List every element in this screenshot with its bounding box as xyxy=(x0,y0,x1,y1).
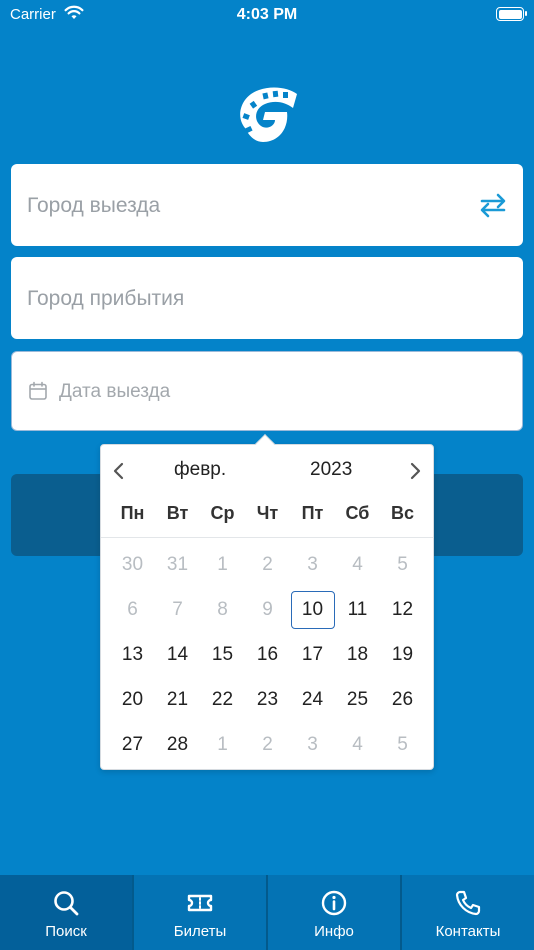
calendar-day[interactable]: 6 xyxy=(110,587,155,632)
calendar-day[interactable]: 3 xyxy=(290,722,335,767)
calendar-day[interactable]: 8 xyxy=(200,587,245,632)
week-row: 20 21 22 23 24 25 26 xyxy=(110,677,425,722)
calendar-day[interactable]: 14 xyxy=(155,632,200,677)
calendar-day[interactable]: 15 xyxy=(200,632,245,677)
battery-icon xyxy=(496,7,527,21)
calendar-day[interactable]: 3 xyxy=(290,542,335,587)
search-icon xyxy=(54,891,79,916)
calendar-icon xyxy=(29,381,47,400)
departure-city-field[interactable]: Город выезда xyxy=(11,164,523,246)
calendar-day[interactable]: 31 xyxy=(155,542,200,587)
arrival-city-placeholder: Город прибытия xyxy=(27,287,185,310)
calendar-day[interactable]: 21 xyxy=(155,677,200,722)
chevron-right-icon[interactable] xyxy=(405,461,425,481)
tab-contacts[interactable]: Контакты xyxy=(400,875,534,950)
week-row: 27 28 1 2 3 4 5 xyxy=(110,722,425,767)
weekday-label: Ср xyxy=(210,503,235,523)
datepicker-year[interactable]: 2023 xyxy=(310,459,352,481)
weekday-label: Сб xyxy=(345,503,370,523)
calendar-day[interactable]: 26 xyxy=(380,677,425,722)
calendar-day[interactable]: 12 xyxy=(380,587,425,632)
ticket-icon xyxy=(187,894,213,912)
calendar-day[interactable]: 17 xyxy=(290,632,335,677)
calendar-day[interactable]: 5 xyxy=(380,542,425,587)
calendar-day[interactable]: 13 xyxy=(110,632,155,677)
tab-tickets[interactable]: Билеты xyxy=(132,875,266,950)
week-row: 13 14 15 16 17 18 19 xyxy=(110,632,425,677)
tab-contacts-label: Контакты xyxy=(435,923,501,940)
calendar-day[interactable]: 20 xyxy=(110,677,155,722)
calendar-day[interactable]: 16 xyxy=(245,632,290,677)
calendar-day[interactable]: 11 xyxy=(335,587,380,632)
arrival-city-field[interactable]: Город прибытия xyxy=(11,257,523,339)
calendar-day[interactable]: 19 xyxy=(380,632,425,677)
status-bar: Carrier 4:03 PM xyxy=(0,0,534,30)
datepicker-month[interactable]: февр. xyxy=(174,459,226,481)
departure-date-field[interactable]: Дата выезда xyxy=(11,351,523,431)
calendar-day[interactable]: 1 xyxy=(200,722,245,767)
status-time: 4:03 PM xyxy=(236,6,298,23)
phone-icon xyxy=(455,890,481,916)
calendar-day[interactable]: 30 xyxy=(110,542,155,587)
weekday-label: Вт xyxy=(166,503,189,523)
calendar-day[interactable]: 1 xyxy=(200,542,245,587)
calendar-day[interactable]: 2 xyxy=(245,542,290,587)
calendar-day[interactable]: 4 xyxy=(335,542,380,587)
departure-city-placeholder: Город выезда xyxy=(27,194,161,217)
calendar-day[interactable]: 28 xyxy=(155,722,200,767)
tab-bar: Поиск Билеты Инфо Контакты xyxy=(0,875,534,950)
week-row: 30 31 1 2 3 4 5 xyxy=(110,542,425,587)
swap-cities-icon[interactable] xyxy=(477,189,509,221)
calendar-day[interactable]: 22 xyxy=(200,677,245,722)
calendar-day[interactable]: 18 xyxy=(335,632,380,677)
tab-search-label: Поиск xyxy=(45,923,87,940)
selected-day-label: 10 xyxy=(290,590,335,629)
calendar-day[interactable]: 9 xyxy=(245,587,290,632)
app-logo-icon xyxy=(240,87,297,142)
calendar-day[interactable]: 5 xyxy=(380,722,425,767)
popover-arrow xyxy=(255,434,275,454)
calendar-day-selected[interactable]: 10 xyxy=(290,587,335,632)
week-row: 6 7 8 9 10 11 12 xyxy=(110,587,425,632)
tab-info[interactable]: Инфо xyxy=(266,875,400,950)
datepicker-popover: февр. 2023 Пн Вт Ср Чт Пт Сб Вс 30 31 1 … xyxy=(100,434,434,770)
weekday-label: Вс xyxy=(390,503,414,523)
info-icon xyxy=(321,890,347,916)
weekday-label: Чт xyxy=(256,503,279,523)
weekday-header: Пн Вт Ср Чт Пт Сб Вс xyxy=(110,503,425,524)
departure-date-placeholder: Дата выезда xyxy=(59,381,171,402)
calendar-day[interactable]: 23 xyxy=(245,677,290,722)
datepicker-grid: 30 31 1 2 3 4 5 6 7 8 9 10 11 12 13 14 1… xyxy=(110,542,425,767)
calendar-day[interactable]: 2 xyxy=(245,722,290,767)
calendar-day[interactable]: 7 xyxy=(155,587,200,632)
datepicker-divider xyxy=(101,537,433,538)
tab-tickets-label: Билеты xyxy=(173,923,227,940)
calendar-day[interactable]: 27 xyxy=(110,722,155,767)
tab-info-label: Инфо xyxy=(314,923,354,940)
tab-search[interactable]: Поиск xyxy=(0,875,132,950)
weekday-label: Пн xyxy=(120,503,145,523)
calendar-day[interactable]: 24 xyxy=(290,677,335,722)
weekday-label: Пт xyxy=(301,503,324,523)
calendar-day[interactable]: 25 xyxy=(335,677,380,722)
calendar-day[interactable]: 4 xyxy=(335,722,380,767)
chevron-left-icon[interactable] xyxy=(109,461,129,481)
